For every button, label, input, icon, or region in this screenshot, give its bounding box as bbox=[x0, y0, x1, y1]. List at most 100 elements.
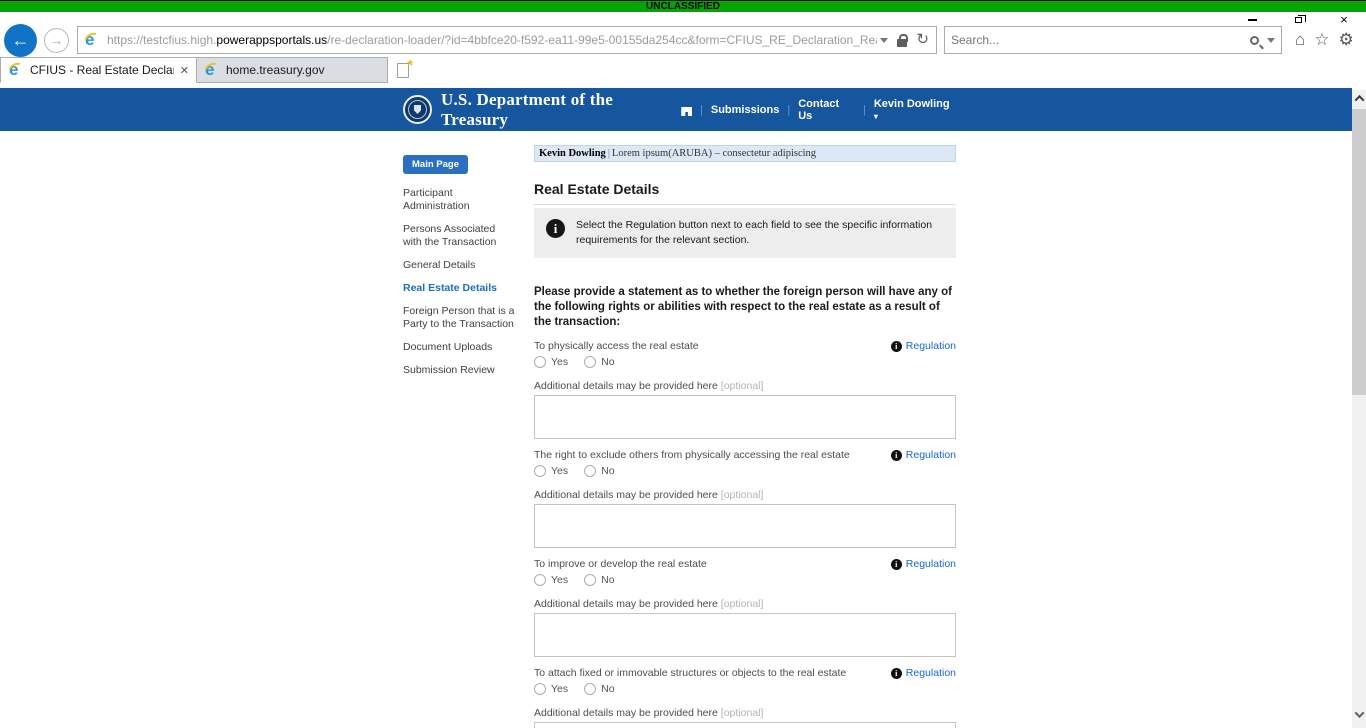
radio-icon[interactable] bbox=[584, 683, 597, 695]
question-label: To attach fixed or immovable structures … bbox=[534, 667, 847, 679]
main-page-button[interactable]: Main Page bbox=[403, 155, 468, 174]
additional-details-textarea[interactable] bbox=[534, 504, 956, 548]
lock-icon[interactable] bbox=[897, 33, 908, 47]
yes-radio[interactable]: Yes bbox=[534, 574, 568, 586]
new-tab-icon bbox=[397, 57, 413, 78]
no-radio[interactable]: No bbox=[584, 356, 615, 368]
sidebar-item-participant-administration[interactable]: Participant Administration bbox=[403, 187, 515, 213]
sidebar-item-foreign-person[interactable]: Foreign Person that is a Party to the Tr… bbox=[403, 305, 515, 331]
ie-tab-icon bbox=[8, 60, 25, 80]
scroll-up-button[interactable] bbox=[1352, 90, 1366, 107]
intro-statement: Please provide a statement as to whether… bbox=[534, 286, 952, 328]
question-block: The right to exclude others from physica… bbox=[534, 449, 956, 548]
refresh-icon[interactable]: ↻ bbox=[916, 32, 929, 47]
regulation-link[interactable]: i Regulation bbox=[890, 449, 956, 461]
url-prefix: https://testcfius.high. bbox=[107, 33, 217, 47]
home-browser-icon[interactable]: ⌂ bbox=[1295, 31, 1305, 49]
question-block: To improve or develop the real estate i … bbox=[534, 558, 956, 657]
tab-cfius-real-estate[interactable]: CFIUS - Real Estate Declarati... ✕ bbox=[0, 57, 197, 83]
tab-home-treasury[interactable]: home.treasury.gov bbox=[197, 57, 388, 83]
back-button[interactable]: ← bbox=[4, 23, 37, 57]
vertical-scrollbar[interactable] bbox=[1352, 90, 1366, 728]
nav-user-menu[interactable]: Kevin Dowling ▾ bbox=[874, 98, 956, 122]
info-icon: i bbox=[890, 449, 902, 461]
search-dropdown-icon[interactable] bbox=[1267, 37, 1275, 43]
ie-tab-icon bbox=[204, 60, 221, 80]
additional-details-textarea[interactable] bbox=[534, 722, 956, 728]
treasury-seal-logo bbox=[403, 95, 432, 124]
address-dropdown-icon[interactable] bbox=[880, 37, 889, 43]
favorites-star-icon[interactable]: ☆ bbox=[1314, 31, 1329, 49]
sidebar-item-general-details[interactable]: General Details bbox=[403, 259, 515, 272]
additional-details-textarea[interactable] bbox=[534, 613, 956, 657]
sidebar-item-submission-review[interactable]: Submission Review bbox=[403, 364, 515, 377]
radio-icon[interactable] bbox=[534, 574, 546, 586]
yes-radio[interactable]: Yes bbox=[534, 683, 568, 695]
context-description: Lorem ipsum(ARUBA) – consectetur adipisc… bbox=[611, 148, 817, 159]
no-radio[interactable]: No bbox=[584, 574, 615, 586]
info-icon: i bbox=[890, 558, 902, 570]
info-note: Select the Regulation button next to eac… bbox=[576, 219, 933, 246]
radio-icon[interactable] bbox=[534, 356, 546, 368]
scroll-down-button[interactable] bbox=[1352, 706, 1366, 723]
context-bar: Kevin Dowling | Lorem ipsum(ARUBA) – conse… bbox=[534, 145, 956, 162]
page-viewport: U.S. Department of the Treasury | Submis… bbox=[0, 88, 1366, 728]
regulation-link[interactable]: i Regulation bbox=[890, 558, 956, 570]
nav-contact-us[interactable]: Contact Us bbox=[798, 98, 855, 122]
scrollbar-thumb[interactable] bbox=[1352, 109, 1366, 395]
sidebar-item-document-uploads[interactable]: Document Uploads bbox=[403, 341, 515, 354]
radio-icon[interactable] bbox=[534, 683, 546, 695]
sidebar: Main Page Participant Administration Per… bbox=[403, 145, 515, 728]
optional-details-label: Additional details may be provided here … bbox=[534, 707, 764, 719]
url-domain: powerappsportals.us bbox=[216, 33, 328, 47]
sidebar-item-persons-associated[interactable]: Persons Associated with the Transaction bbox=[403, 223, 515, 249]
url-path: /re-declaration-loader/?id=4bbfce20-f592… bbox=[327, 33, 878, 47]
radio-icon[interactable] bbox=[584, 465, 597, 477]
regulation-link-text[interactable]: Regulation bbox=[906, 340, 956, 352]
home-nav-icon[interactable] bbox=[681, 107, 693, 116]
nav-submissions[interactable]: Submissions bbox=[711, 104, 779, 116]
optional-details-label: Additional details may be provided here … bbox=[534, 489, 764, 501]
radio-icon[interactable] bbox=[584, 574, 597, 586]
no-radio[interactable]: No bbox=[584, 683, 615, 695]
classification-banner: UNCLASSIFIED bbox=[0, 0, 1366, 12]
tab-title: CFIUS - Real Estate Declarati... bbox=[30, 63, 174, 77]
question-label: To improve or develop the real estate bbox=[534, 558, 707, 570]
site-header: U.S. Department of the Treasury | Submis… bbox=[0, 88, 1352, 131]
question-block: To attach fixed or immovable structures … bbox=[534, 667, 956, 728]
settings-gear-icon[interactable]: ⚙ bbox=[1339, 31, 1354, 49]
browser-chrome: × ← → https://testcfius.high.powerappspo… bbox=[0, 12, 1366, 83]
regulation-link-text[interactable]: Regulation bbox=[906, 449, 956, 461]
forward-button[interactable]: → bbox=[44, 27, 69, 53]
additional-details-textarea[interactable] bbox=[534, 395, 956, 439]
page-title: Real Estate Details bbox=[534, 181, 956, 205]
no-radio[interactable]: No bbox=[584, 465, 615, 477]
question-block: To physically access the real estate i R… bbox=[534, 340, 956, 439]
context-user: Kevin Dowling bbox=[539, 148, 606, 159]
yes-radio[interactable]: Yes bbox=[534, 465, 568, 477]
radio-icon[interactable] bbox=[534, 465, 546, 477]
site-title: U.S. Department of the Treasury bbox=[441, 89, 614, 129]
tab-close-icon[interactable]: ✕ bbox=[180, 64, 189, 77]
info-icon: i bbox=[546, 219, 565, 238]
yes-radio[interactable]: Yes bbox=[534, 356, 568, 368]
address-bar[interactable]: https://testcfius.high.powerappsportals.… bbox=[77, 26, 937, 54]
question-label: To physically access the real estate bbox=[534, 340, 699, 352]
regulation-link-text[interactable]: Regulation bbox=[906, 558, 956, 570]
search-icon[interactable] bbox=[1250, 35, 1259, 45]
radio-icon[interactable] bbox=[584, 356, 597, 368]
optional-details-label: Additional details may be provided here … bbox=[534, 598, 764, 610]
sidebar-item-real-estate-details[interactable]: Real Estate Details bbox=[403, 282, 515, 295]
chevron-down-icon: ▾ bbox=[873, 111, 878, 121]
main-content: Kevin Dowling | Lorem ipsum(ARUBA) – conse… bbox=[534, 145, 956, 728]
regulation-link[interactable]: i Regulation bbox=[890, 667, 956, 679]
info-icon: i bbox=[890, 667, 902, 679]
info-box: i Select the Regulation button next to e… bbox=[534, 208, 956, 258]
info-icon: i bbox=[890, 340, 902, 352]
new-tab-button[interactable] bbox=[390, 57, 416, 83]
tab-title: home.treasury.gov bbox=[226, 63, 325, 77]
search-input[interactable] bbox=[951, 33, 1250, 47]
regulation-link[interactable]: i Regulation bbox=[890, 340, 956, 352]
search-box[interactable] bbox=[944, 26, 1282, 54]
regulation-link-text[interactable]: Regulation bbox=[906, 667, 956, 679]
